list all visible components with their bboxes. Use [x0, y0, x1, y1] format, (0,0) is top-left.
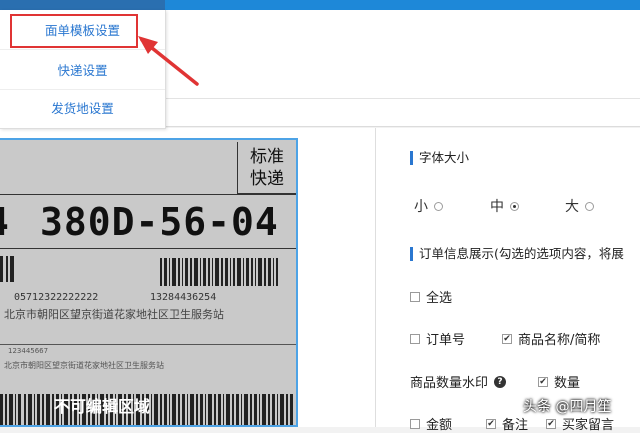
- radio-small[interactable]: [434, 201, 443, 211]
- receiver-address: 北京市朝阳区望京街道花家地社区卫生服务站: [4, 308, 224, 321]
- waybill-label-preview: 标准 快递 4 380D-56-04 05712322222222 132844…: [0, 138, 298, 427]
- radio-large[interactable]: [585, 201, 594, 211]
- receiver-phone: 13284436254: [150, 292, 217, 303]
- select-all-option[interactable]: 全选: [410, 287, 452, 306]
- order-info-section-title: 订单信息展示(勾选的选项内容，将展: [410, 247, 624, 261]
- menu-item-ship-from-settings[interactable]: 发货地设置: [0, 90, 165, 128]
- label-divider: [0, 344, 296, 345]
- highlight-box: [10, 14, 138, 48]
- font-size-large-option[interactable]: 大: [565, 196, 594, 216]
- non-editable-region-label: 不可编辑区域: [54, 397, 151, 416]
- order-no-label: 订单号: [426, 333, 466, 348]
- quantity-checkbox[interactable]: ✔: [538, 376, 548, 387]
- product-name-option[interactable]: ✔ 商品名称/简称: [502, 329, 600, 348]
- select-all-checkbox[interactable]: [410, 291, 420, 302]
- label-divider: [0, 248, 296, 249]
- radio-medium[interactable]: [510, 201, 519, 211]
- font-size-large-label: 大: [565, 199, 579, 215]
- barcode-graphic: [0, 256, 278, 286]
- select-all-label: 全选: [426, 291, 453, 306]
- quantity-option[interactable]: ✔ 数量: [538, 372, 580, 391]
- service-type-text: 标准 快递: [250, 147, 284, 189]
- label-small-address: 北京市朝阳区望京街道花家地社区卫生服务站: [4, 361, 164, 370]
- route-code: 380D-56-04: [40, 200, 279, 244]
- sender-phone: 05712322222222: [14, 292, 99, 303]
- label-small-text: 123445667: [8, 347, 49, 355]
- product-name-checkbox[interactable]: ✔: [502, 333, 512, 344]
- amount-checkbox[interactable]: [410, 418, 420, 429]
- buyer-message-checkbox[interactable]: ✔: [546, 418, 556, 429]
- header-divider: [165, 98, 640, 99]
- source-watermark: 头条 @四月笙: [523, 399, 612, 415]
- label-divider: [0, 194, 296, 195]
- font-size-small-label: 小: [414, 199, 428, 215]
- order-no-checkbox[interactable]: [410, 333, 420, 344]
- font-size-section-title: 字体大小: [410, 151, 469, 165]
- buyer-message-label: 买家留言: [562, 418, 615, 433]
- amount-label: 金额: [426, 418, 453, 433]
- menu-item-express-settings[interactable]: 快递设置: [0, 52, 165, 90]
- top-nav-bar: [0, 0, 640, 10]
- quantity-label: 数量: [554, 376, 581, 391]
- amount-option[interactable]: 金额: [410, 414, 452, 433]
- active-top-tab[interactable]: [0, 0, 165, 10]
- route-prefix: 4: [0, 200, 9, 244]
- remark-label: 备注: [502, 418, 529, 433]
- service-type-box: 标准 快递: [237, 142, 296, 194]
- buyer-message-option[interactable]: ✔ 买家留言: [546, 414, 614, 433]
- remark-checkbox[interactable]: ✔: [486, 418, 496, 429]
- qty-watermark-row: 商品数量水印 ?: [410, 372, 507, 391]
- qty-watermark-label: 商品数量水印: [410, 376, 489, 391]
- font-size-medium-option[interactable]: 中: [490, 196, 519, 216]
- order-no-option[interactable]: 订单号: [410, 329, 465, 348]
- font-size-medium-label: 中: [490, 199, 504, 215]
- font-size-small-option[interactable]: 小: [414, 196, 443, 216]
- help-icon[interactable]: ?: [494, 375, 507, 388]
- remark-option[interactable]: ✔ 备注: [486, 414, 528, 433]
- product-name-label: 商品名称/简称: [518, 333, 601, 348]
